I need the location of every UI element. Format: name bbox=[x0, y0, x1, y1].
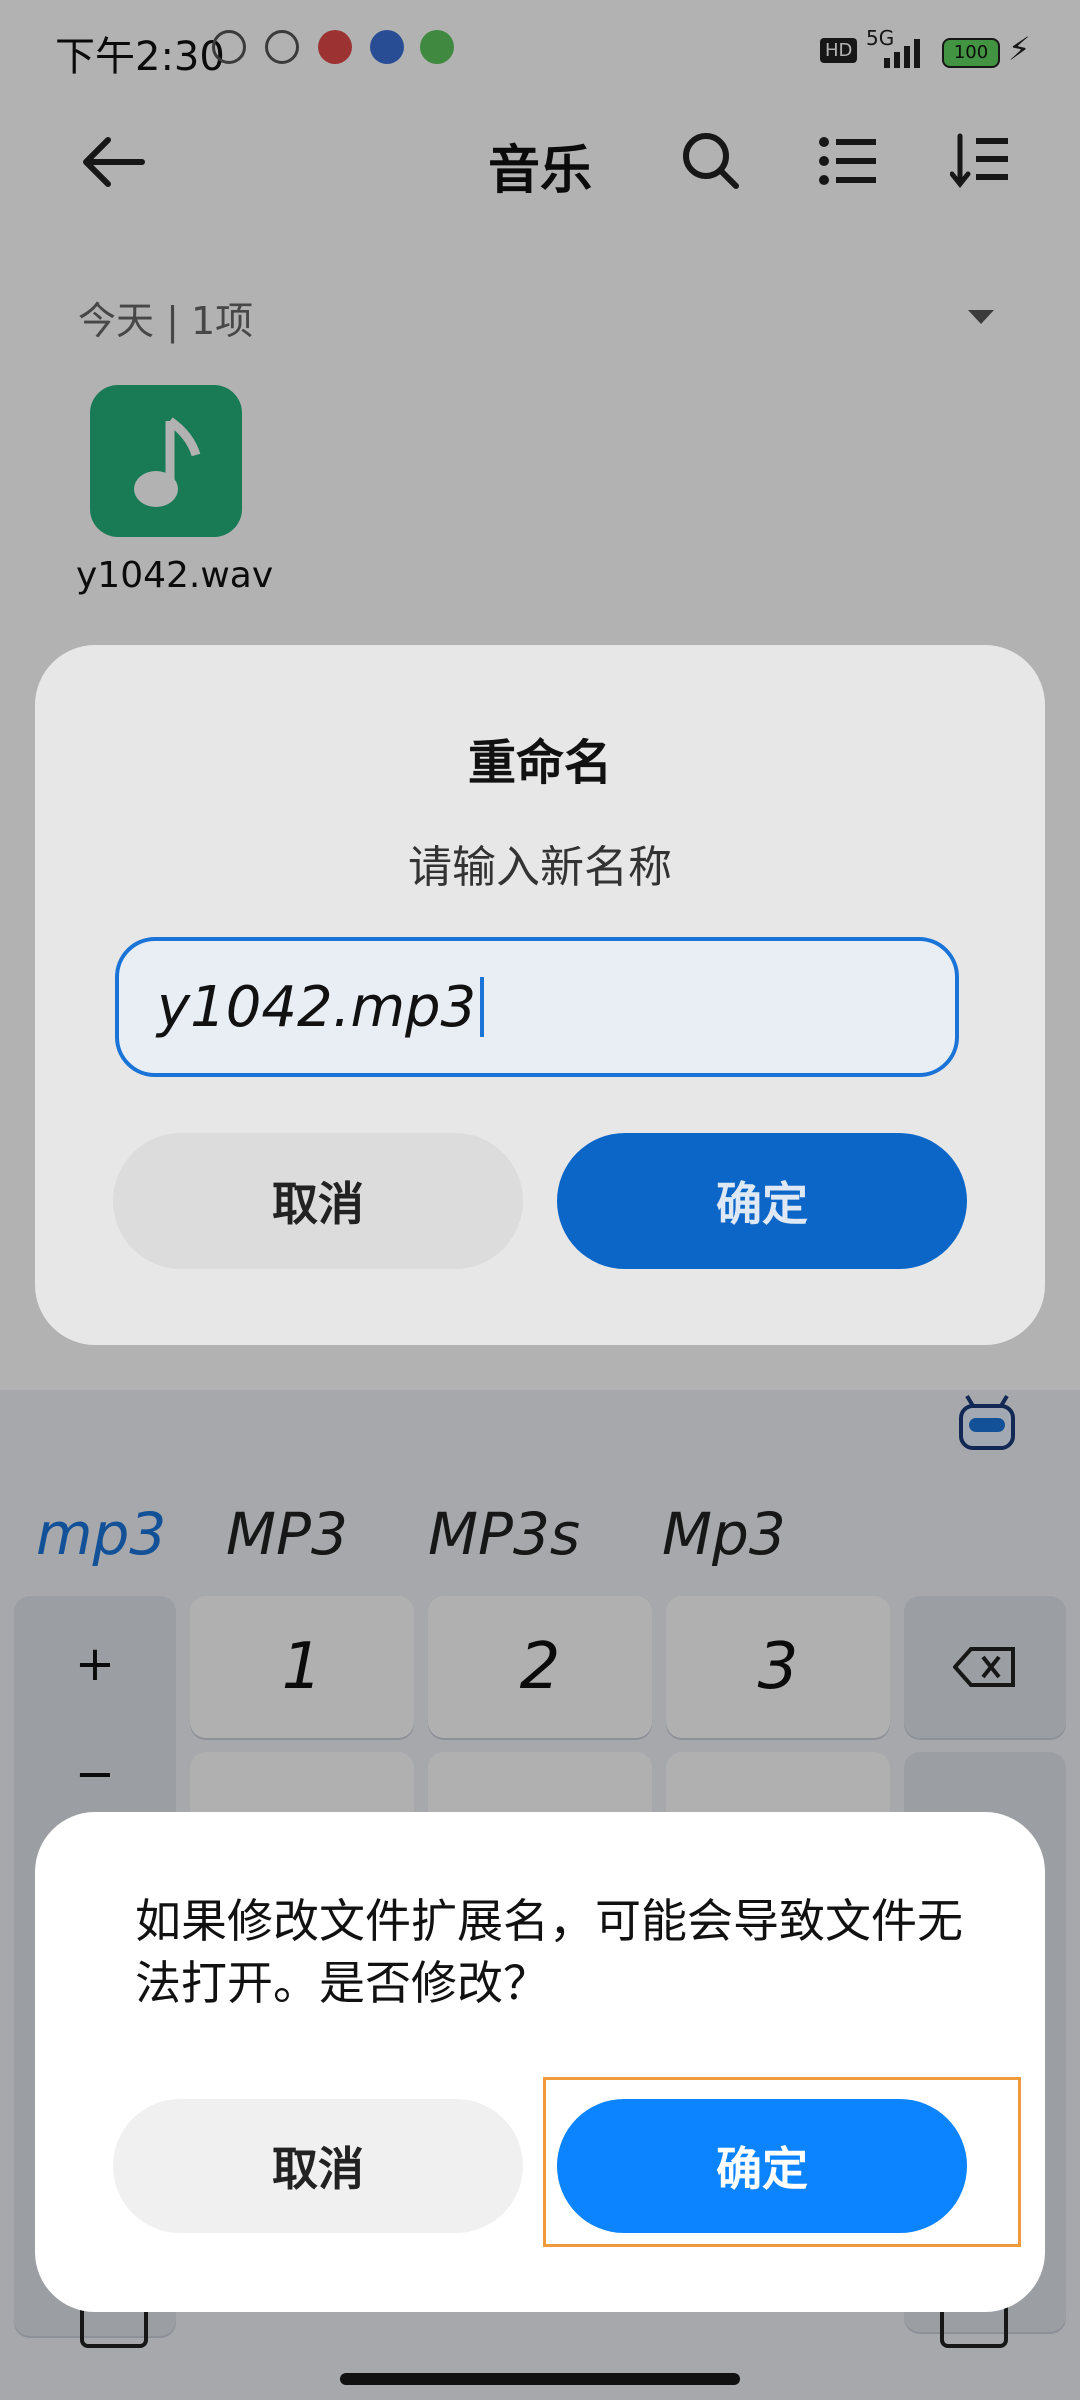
warning-cancel-button[interactable]: 取消 bbox=[113, 2099, 523, 2233]
rename-input[interactable]: y1042.mp3 bbox=[115, 937, 959, 1077]
rename-dialog-subtitle: 请输入新名称 bbox=[408, 842, 672, 893]
rename-input-value: y1042.mp3 bbox=[157, 974, 477, 1040]
home-indicator[interactable] bbox=[340, 2373, 740, 2385]
rename-dialog-title: 重命名 bbox=[467, 735, 612, 791]
rename-cancel-button[interactable]: 取消 bbox=[113, 1133, 523, 1269]
text-caret bbox=[480, 977, 485, 1037]
warning-message: 如果修改文件扩展名，可能会导致文件无法打开。是否修改？ bbox=[135, 1894, 963, 2010]
extension-warning-dialog: 如果修改文件扩展名，可能会导致文件无法打开。是否修改？ 取消 确定 bbox=[35, 1812, 1045, 2312]
confirm-highlight-box bbox=[543, 2077, 1021, 2247]
rename-dialog: 重命名 请输入新名称 y1042.mp3 取消 确定 bbox=[35, 645, 1045, 1345]
rename-confirm-button[interactable]: 确定 bbox=[557, 1133, 967, 1269]
